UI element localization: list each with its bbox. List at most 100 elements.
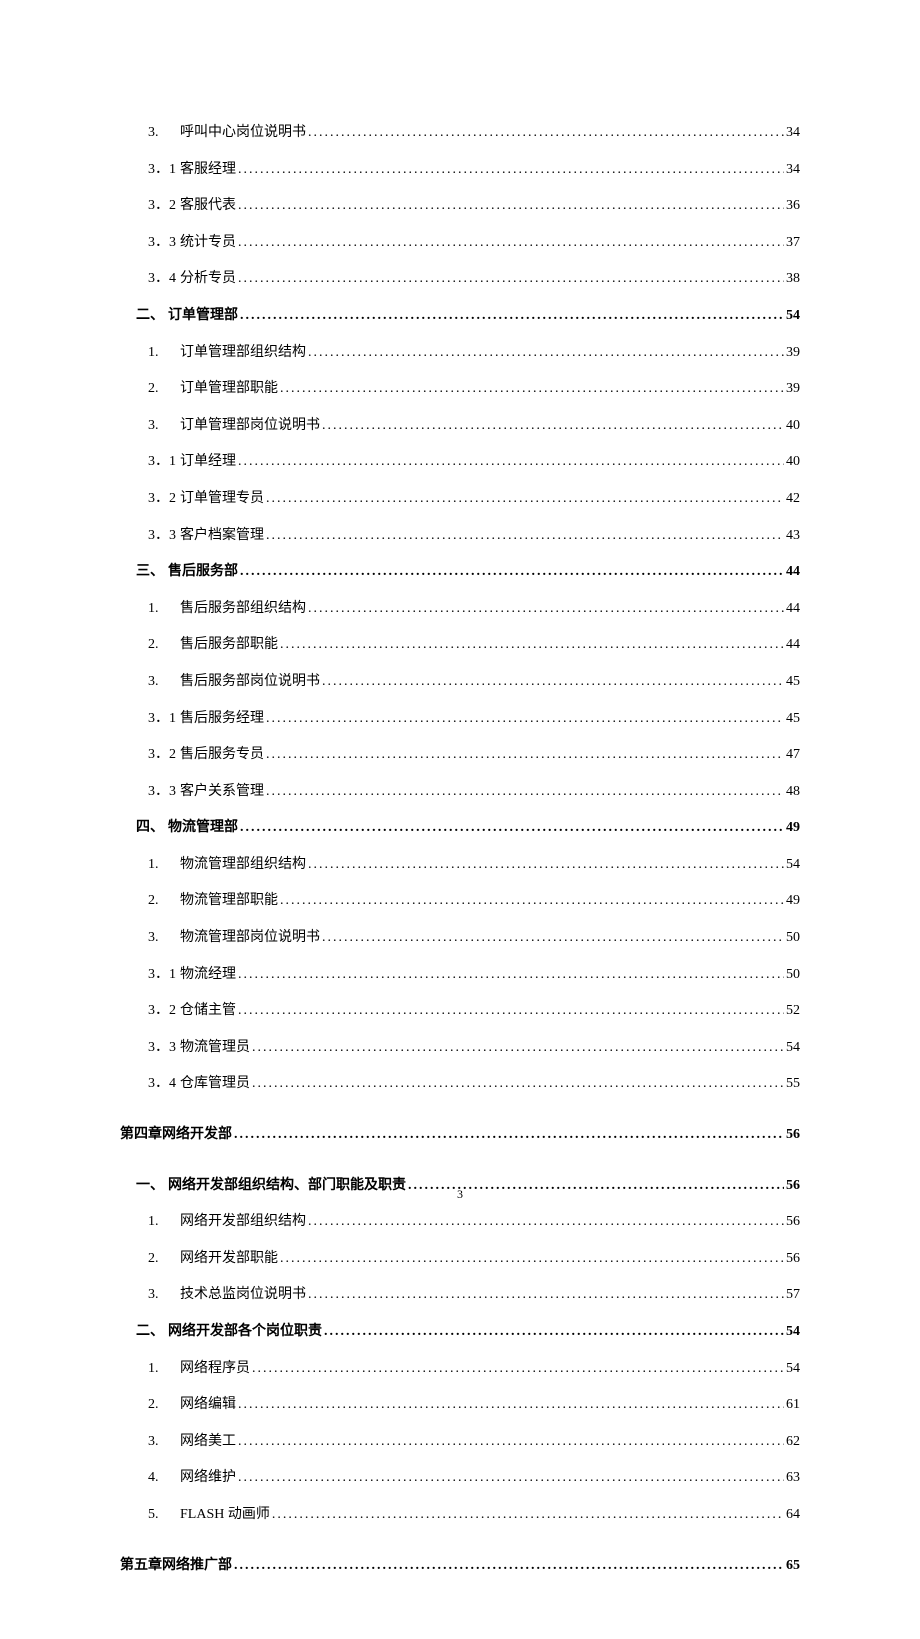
toc-title: 呼叫中心岗位说明书 bbox=[180, 120, 306, 147]
toc-number: 3．2 bbox=[148, 998, 180, 1025]
toc-dots bbox=[238, 1392, 784, 1419]
toc-page-number: 38 bbox=[786, 266, 800, 293]
toc-title: 网络开发部组织结构 bbox=[180, 1209, 306, 1236]
toc-entry: 三、售后服务部44 bbox=[136, 559, 800, 586]
toc-page-number: 57 bbox=[786, 1282, 800, 1309]
toc-entry: 3．1 订单经理40 bbox=[148, 449, 800, 476]
toc-dots bbox=[252, 1035, 784, 1062]
toc-page-number: 54 bbox=[786, 1319, 800, 1346]
toc-title: 订单管理部 bbox=[168, 303, 238, 330]
toc-spacer bbox=[120, 1108, 800, 1122]
toc-page-number: 36 bbox=[786, 193, 800, 220]
toc-number: 第五章 bbox=[120, 1553, 162, 1580]
toc-entry: 3．3 物流管理员54 bbox=[148, 1035, 800, 1062]
toc-page-number: 45 bbox=[786, 706, 800, 733]
toc-page-number: 64 bbox=[786, 1502, 800, 1529]
toc-title: 网络开发部职能 bbox=[180, 1246, 278, 1273]
toc-number: 2. bbox=[148, 376, 180, 403]
toc-number: 第四章 bbox=[120, 1122, 162, 1149]
toc-entry: 2.订单管理部职能39 bbox=[148, 376, 800, 403]
toc-title: 售后服务专员 bbox=[180, 742, 264, 769]
toc-dots bbox=[238, 266, 784, 293]
toc-title: 网络美工 bbox=[180, 1429, 236, 1456]
toc-title: 客户关系管理 bbox=[180, 779, 264, 806]
toc-title: 客服经理 bbox=[180, 157, 236, 184]
toc-entry: 二、网络开发部各个岗位职责54 bbox=[136, 1319, 800, 1346]
toc-dots bbox=[234, 1122, 784, 1149]
toc-dots bbox=[240, 303, 784, 330]
toc-title: 订单管理部职能 bbox=[180, 376, 278, 403]
toc-page-number: 56 bbox=[786, 1209, 800, 1236]
toc-entry: 3．2 仓储主管52 bbox=[148, 998, 800, 1025]
toc-number: 3．4 bbox=[148, 1071, 180, 1098]
toc-number: 四、 bbox=[136, 815, 168, 842]
toc-entry: 2.网络开发部职能56 bbox=[148, 1246, 800, 1273]
toc-dots bbox=[266, 706, 784, 733]
toc-entry: 1.订单管理部组织结构39 bbox=[148, 340, 800, 367]
toc-number: 3．1 bbox=[148, 157, 180, 184]
toc-page-number: 48 bbox=[786, 779, 800, 806]
toc-number: 3．3 bbox=[148, 779, 180, 806]
toc-number: 3．1 bbox=[148, 962, 180, 989]
toc-entry: 3．1 售后服务经理45 bbox=[148, 706, 800, 733]
toc-page: 3.呼叫中心岗位说明书343．1 客服经理343．2 客服代表363．3 统计专… bbox=[0, 0, 920, 1639]
toc-page-number: 49 bbox=[786, 888, 800, 915]
toc-title: 网络维护 bbox=[180, 1465, 236, 1492]
toc-number: 3．2 bbox=[148, 193, 180, 220]
toc-entry: 2.网络编辑61 bbox=[148, 1392, 800, 1419]
toc-entry: 3.网络美工62 bbox=[148, 1429, 800, 1456]
toc-dots bbox=[308, 1282, 784, 1309]
toc-title: 物流管理部组织结构 bbox=[180, 852, 306, 879]
toc-page-number: 63 bbox=[786, 1465, 800, 1492]
toc-page-number: 43 bbox=[786, 523, 800, 550]
toc-dots bbox=[322, 413, 784, 440]
toc-title: 物流管理部岗位说明书 bbox=[180, 925, 320, 952]
toc-dots bbox=[238, 962, 784, 989]
toc-page-number: 54 bbox=[786, 1035, 800, 1062]
toc-dots bbox=[234, 1553, 784, 1580]
toc-number: 三、 bbox=[136, 559, 168, 586]
toc-page-number: 52 bbox=[786, 998, 800, 1025]
toc-dots bbox=[280, 376, 784, 403]
toc-page-number: 65 bbox=[786, 1553, 800, 1580]
toc-page-number: 50 bbox=[786, 925, 800, 952]
toc-number: 3．2 bbox=[148, 486, 180, 513]
toc-dots bbox=[238, 1465, 784, 1492]
toc-dots bbox=[238, 193, 784, 220]
toc-entry: 四、物流管理部49 bbox=[136, 815, 800, 842]
toc-entry: 3．2 客服代表 36 bbox=[148, 193, 800, 220]
toc-page-number: 45 bbox=[786, 669, 800, 696]
toc-title: 分析专员 bbox=[180, 266, 236, 293]
toc-entry: 3．2 售后服务专员47 bbox=[148, 742, 800, 769]
toc-dots bbox=[266, 742, 784, 769]
toc-number: 1. bbox=[148, 852, 180, 879]
toc-entry: 1.网络程序员54 bbox=[148, 1356, 800, 1383]
toc-page-number: 44 bbox=[786, 632, 800, 659]
toc-title: 网络开发部各个岗位职责 bbox=[168, 1319, 322, 1346]
toc-number: 3. bbox=[148, 120, 180, 147]
toc-entry: 3.订单管理部岗位说明书40 bbox=[148, 413, 800, 440]
toc-spacer bbox=[120, 1539, 800, 1553]
toc-title: 客户档案管理 bbox=[180, 523, 264, 550]
toc-dots bbox=[266, 523, 784, 550]
toc-entry: 3．4 仓库管理员55 bbox=[148, 1071, 800, 1098]
toc-title: 物流管理部 bbox=[168, 815, 238, 842]
toc-title: 订单经理 bbox=[180, 449, 236, 476]
toc-page-number: 40 bbox=[786, 413, 800, 440]
toc-entry: 4.网络维护 63 bbox=[148, 1465, 800, 1492]
toc-dots bbox=[240, 815, 784, 842]
toc-title: 售后服务经理 bbox=[180, 706, 264, 733]
toc-dots bbox=[238, 1429, 784, 1456]
toc-number: 2. bbox=[148, 1392, 180, 1419]
toc-entry: 3．1 物流经理50 bbox=[148, 962, 800, 989]
toc-entry: 第五章 网络推广部65 bbox=[120, 1553, 800, 1580]
toc-dots bbox=[238, 157, 784, 184]
toc-page-number: 42 bbox=[786, 486, 800, 513]
toc-number: 4. bbox=[148, 1465, 180, 1492]
toc-page-number: 50 bbox=[786, 962, 800, 989]
toc-title: 客服代表 bbox=[180, 193, 236, 220]
toc-dots bbox=[308, 596, 784, 623]
toc-entry: 3．2 订单管理专员42 bbox=[148, 486, 800, 513]
toc-dots bbox=[240, 559, 784, 586]
toc-title: 物流管理员 bbox=[180, 1035, 250, 1062]
